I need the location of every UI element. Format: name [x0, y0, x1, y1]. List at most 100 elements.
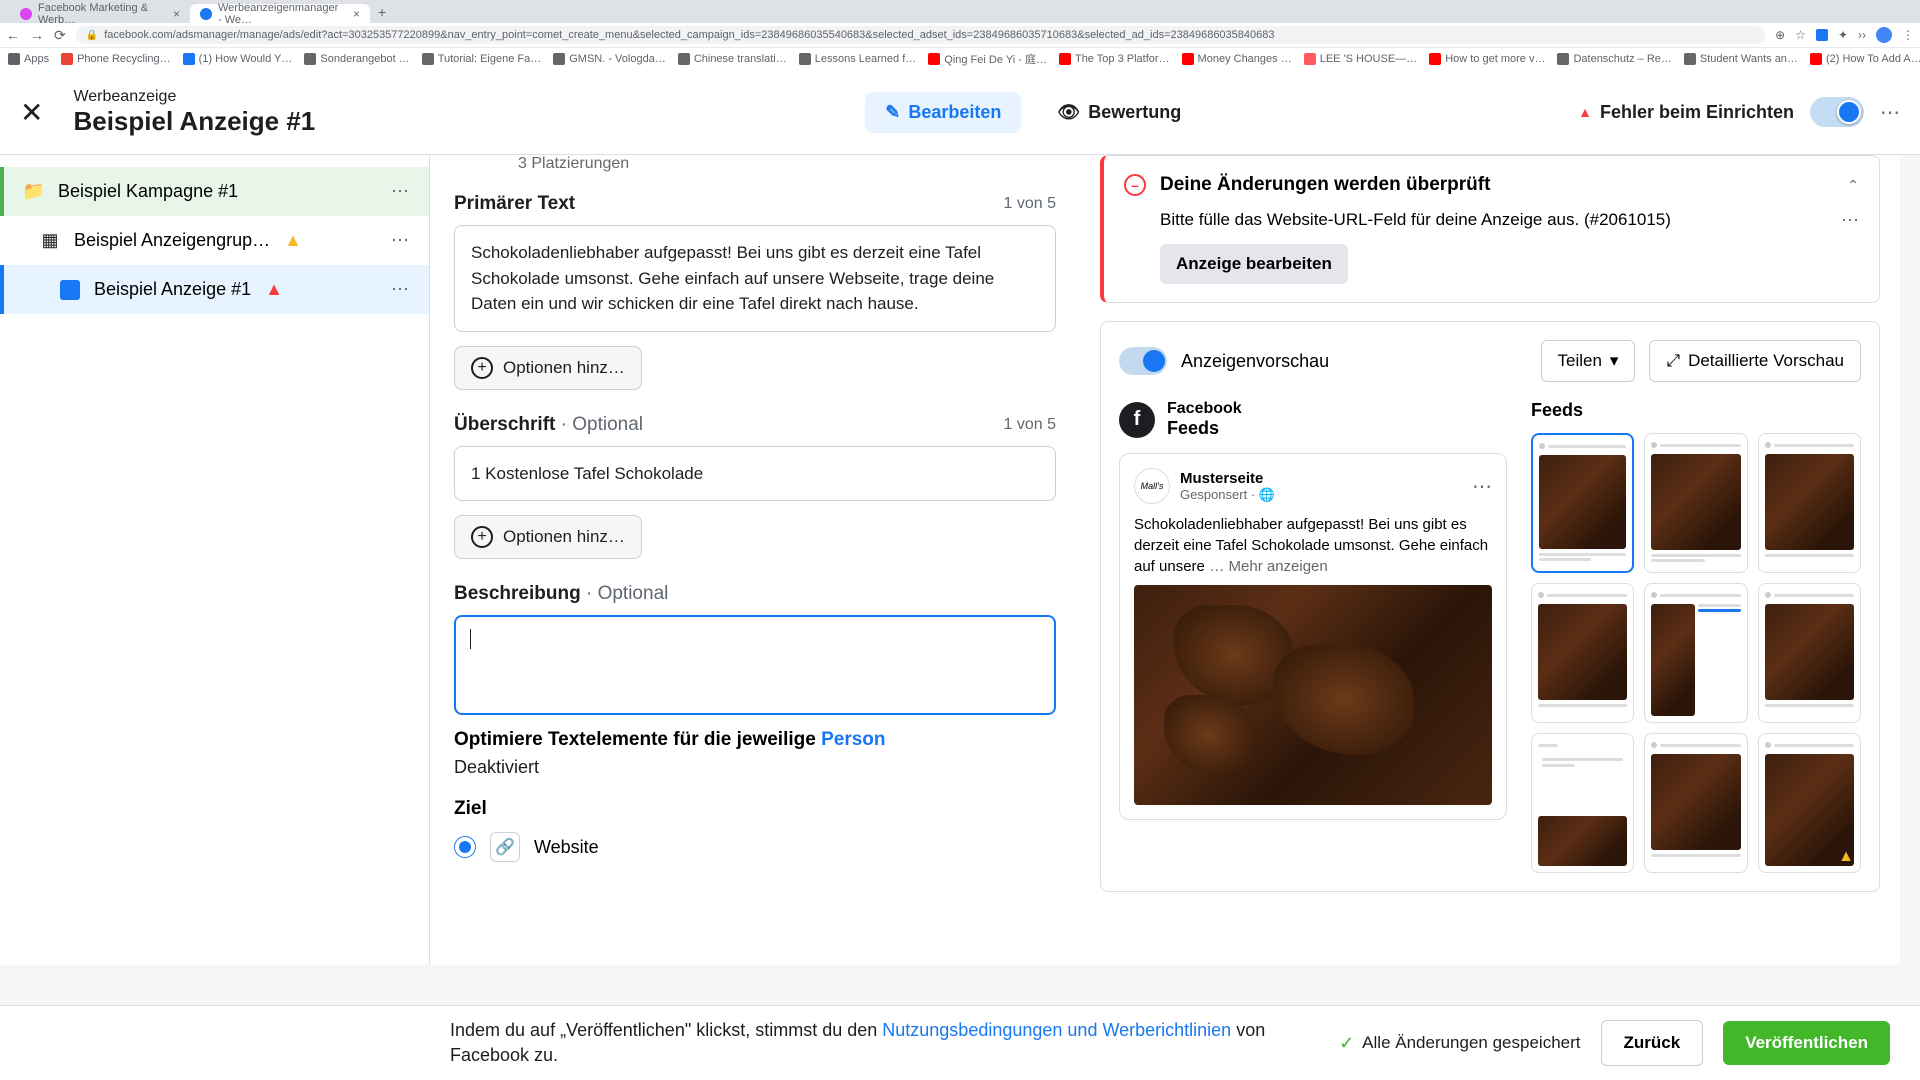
apps-button[interactable]: Apps [8, 53, 49, 65]
puzzle-icon[interactable]: ✦ [1838, 28, 1848, 42]
sidebar-label: Beispiel Kampagne #1 [58, 181, 238, 202]
bookmark-item[interactable]: Student Wants an… [1684, 53, 1798, 65]
new-tab-button[interactable]: + [370, 4, 394, 23]
more-icon[interactable]: ›› [1858, 28, 1866, 42]
zoom-icon[interactable]: ⊕ [1775, 28, 1785, 42]
checkmark-icon: ✓ [1339, 1033, 1354, 1054]
placement-thumbnail[interactable] [1644, 583, 1747, 723]
item-menu[interactable]: ⋯ [391, 181, 409, 202]
close-icon[interactable]: × [353, 7, 360, 21]
headline-label: Überschrift · Optional [454, 414, 643, 436]
entity-name: Beispiel Anzeige #1 [73, 106, 315, 137]
tab-title: Facebook Marketing & Werb… [38, 2, 161, 26]
alert-menu[interactable]: ⋯ [1841, 210, 1859, 231]
bookmark-item[interactable]: (1) How Would Y… [183, 53, 293, 65]
back-button[interactable]: ← [6, 27, 20, 43]
bookmark-item[interactable]: LEE 'S HOUSE—… [1304, 53, 1417, 65]
bookmark-item[interactable]: GMSN. - Vologda… [553, 53, 666, 65]
bookmark-item[interactable]: Qing Fei De Yi - 庭… [928, 51, 1047, 67]
more-menu[interactable]: ⋯ [1880, 100, 1900, 125]
headline-input[interactable]: 1 Kostenlose Tafel Schokolade [454, 446, 1056, 502]
alert-title: Deine Änderungen werden überprüft [1160, 174, 1833, 196]
add-headline-options-button[interactable]: + Optionen hinz… [454, 515, 642, 559]
sidebar-item-adset[interactable]: ▦ Beispiel Anzeigengrup… ▲ ⋯ [0, 216, 429, 265]
placement-thumbnails: Feeds ▲ [1531, 400, 1861, 873]
tab-favicon-icon [200, 8, 212, 20]
back-button[interactable]: Zurück [1601, 1020, 1704, 1066]
url-bar[interactable]: 🔒 facebook.com/adsmanager/manage/ads/edi… [76, 26, 1765, 44]
bookmark-item[interactable]: Lessons Learned f… [799, 53, 917, 65]
placement-thumbnail[interactable] [1531, 433, 1634, 573]
tab-label: Bewertung [1088, 102, 1181, 123]
browser-tab[interactable]: Facebook Marketing & Werb… × [10, 4, 190, 23]
bookmark-item[interactable]: Money Changes … [1182, 53, 1292, 65]
bookmark-item[interactable]: Phone Recycling… [61, 53, 171, 65]
tab-review[interactable]: 👁 Bewertung [1037, 92, 1201, 133]
placement-thumbnail[interactable] [1758, 583, 1861, 723]
ad-editor: 3 Platzierungen Primärer Text 1 von 5 Sc… [430, 155, 1080, 965]
optimize-status: Deaktiviert [454, 757, 1056, 778]
add-primary-options-button[interactable]: + Optionen hinz… [454, 346, 642, 390]
bookmark-item[interactable]: Tutorial: Eigene Fa… [422, 53, 542, 65]
detailed-preview-button[interactable]: ⤢ Detaillierte Vorschau [1649, 340, 1861, 382]
see-more-link[interactable]: … Mehr anzeigen [1209, 558, 1327, 575]
ad-image-preview [1134, 585, 1492, 805]
header-right: ▲ Fehler beim Einrichten ⋯ [1578, 97, 1900, 127]
terms-link[interactable]: Nutzungsbedingungen und Werberichtlinien [882, 1020, 1231, 1040]
extension-icon[interactable] [1816, 29, 1828, 41]
item-menu[interactable]: ⋯ [391, 279, 409, 300]
url-text: facebook.com/adsmanager/manage/ads/edit?… [104, 29, 1274, 41]
destination-option-website[interactable]: 🔗 Website [454, 832, 1056, 862]
option-label: Website [534, 837, 599, 858]
bookmark-item[interactable]: (2) How To Add A… [1810, 53, 1920, 65]
menu-icon[interactable]: ⋮ [1902, 28, 1914, 42]
bookmarks-bar: Apps Phone Recycling… (1) How Would Y… S… [0, 47, 1920, 70]
setup-error-badge[interactable]: ▲ Fehler beim Einrichten [1578, 102, 1794, 123]
alert-message: Bitte fülle das Website-URL-Feld für dei… [1160, 210, 1841, 230]
page-avatar: Mall's [1134, 468, 1170, 504]
error-icon: ▲ [265, 279, 283, 300]
chevron-up-icon[interactable]: ⌃ [1847, 177, 1859, 194]
share-button[interactable]: Teilen ▾ [1541, 340, 1636, 382]
primary-text-input[interactable]: Schokoladenliebhaber aufgepasst! Bei uns… [454, 225, 1056, 332]
ads-manager-header: ✕ Werbeanzeige Beispiel Anzeige #1 ✎ Bea… [0, 70, 1920, 155]
lock-icon: 🔒 [86, 30, 98, 41]
bookmark-item[interactable]: Chinese translati… [678, 53, 787, 65]
platform-name: Facebook [1167, 400, 1242, 418]
bookmark-item[interactable]: Datenschutz – Re… [1557, 53, 1671, 65]
primary-text-label: Primärer Text [454, 193, 575, 215]
headline-count: 1 von 5 [1004, 416, 1056, 434]
publish-button[interactable]: Veröffentlichen [1723, 1021, 1890, 1065]
entity-type: Werbeanzeige [73, 88, 315, 106]
tab-edit[interactable]: ✎ Bearbeiten [865, 92, 1021, 133]
profile-avatar[interactable] [1876, 27, 1892, 43]
status-toggle[interactable] [1810, 97, 1864, 127]
preview-main: f Facebook Feeds Mall's Musterseite Gesp… [1119, 400, 1507, 873]
sidebar-item-ad[interactable]: Beispiel Anzeige #1 ▲ ⋯ [0, 265, 429, 314]
main-layout: 📁 Beispiel Kampagne #1 ⋯ ▦ Beispiel Anze… [0, 155, 1920, 965]
reload-button[interactable]: ⟳ [54, 27, 66, 44]
placement-thumbnail[interactable] [1758, 433, 1861, 573]
sidebar-item-campaign[interactable]: 📁 Beispiel Kampagne #1 ⋯ [0, 167, 429, 216]
placement-thumbnail[interactable]: ▲ [1758, 733, 1861, 873]
item-menu[interactable]: ⋯ [391, 230, 409, 251]
browser-tab-active[interactable]: Werbeanzeigenmanager - We… × [190, 4, 370, 23]
close-icon[interactable]: × [173, 7, 180, 21]
close-button[interactable]: ✕ [20, 96, 43, 129]
description-label: Beschreibung · Optional [454, 583, 668, 605]
bookmark-item[interactable]: How to get more v… [1429, 53, 1545, 65]
preview-toggle[interactable] [1119, 347, 1167, 375]
placement-thumbnail[interactable] [1644, 733, 1747, 873]
bookmark-item[interactable]: The Top 3 Platfor… [1059, 53, 1170, 65]
placement-thumbnail[interactable] [1644, 433, 1747, 573]
placement-thumbnail[interactable] [1531, 583, 1634, 723]
edit-ad-button[interactable]: Anzeige bearbeiten [1160, 244, 1348, 284]
expand-icon: ⤢ [1666, 351, 1680, 371]
bookmark-item[interactable]: Sonderangebot … [304, 53, 409, 65]
star-icon[interactable]: ☆ [1795, 28, 1806, 42]
description-input[interactable] [454, 615, 1056, 715]
placements-count: 3 Platzierungen [518, 155, 1056, 173]
eye-icon: 👁 [1057, 102, 1080, 123]
placement-thumbnail[interactable] [1531, 733, 1634, 873]
forward-button[interactable]: → [30, 27, 44, 43]
